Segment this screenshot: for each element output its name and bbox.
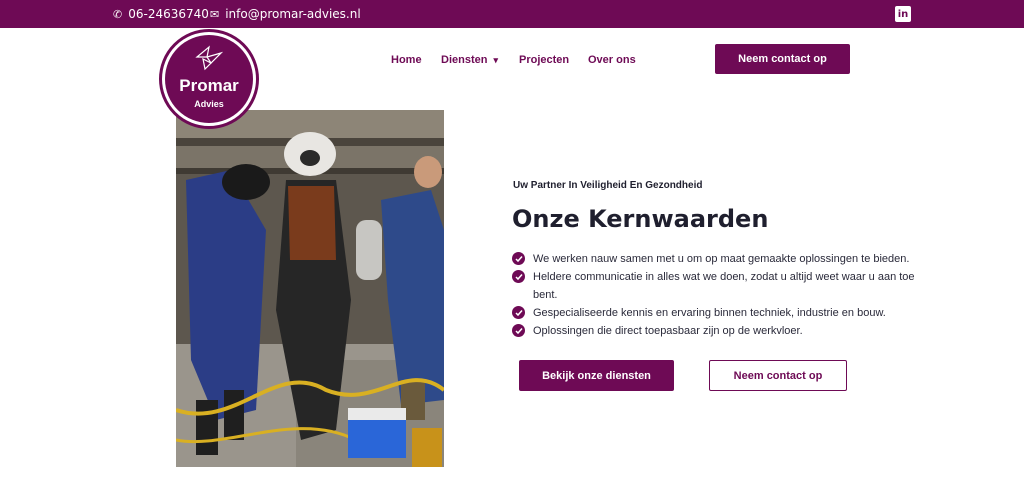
list-item-text: Oplossingen die direct toepasbaar zijn o… — [533, 325, 803, 337]
email-link[interactable]: ✉ info@promar-advies.nl — [210, 0, 361, 28]
logo-name: Promar — [179, 76, 239, 95]
nav-projecten[interactable]: Projecten — [519, 52, 569, 68]
hero-tagline: Uw Partner In Veiligheid En Gezondheid — [513, 180, 703, 191]
list-item-text: Heldere communicatie in alles wat we doe… — [533, 271, 915, 301]
origami-bird-icon — [195, 45, 223, 71]
logo[interactable]: Promar Advies — [159, 29, 259, 129]
check-circle-icon — [512, 252, 525, 265]
nav-home[interactable]: Home — [391, 52, 422, 68]
contact-button[interactable]: Neem contact op — [709, 360, 847, 391]
nav-diensten[interactable]: Diensten ▾ — [441, 52, 498, 68]
nav-diensten-label: Diensten — [441, 54, 488, 66]
core-values-list: We werken nauw samen met u om op maat ge… — [512, 250, 922, 340]
mail-icon: ✉ — [210, 7, 220, 21]
list-item: Oplossingen die direct toepasbaar zijn o… — [512, 322, 922, 340]
list-item: Gespecialiseerde kennis en ervaring binn… — [512, 304, 922, 322]
view-services-button[interactable]: Bekijk onze diensten — [519, 360, 674, 391]
check-circle-icon — [512, 270, 525, 283]
hero-photo — [176, 110, 444, 467]
linkedin-icon[interactable]: in — [895, 6, 911, 22]
header-contact-button[interactable]: Neem contact op — [715, 44, 850, 74]
email-address: info@promar-advies.nl — [225, 7, 361, 21]
logo-badge: Promar Advies — [165, 35, 253, 123]
phone-number: 06-24636740 — [128, 7, 209, 21]
phone-link[interactable]: ✆ 06-24636740 — [113, 0, 209, 28]
list-item-text: We werken nauw samen met u om op maat ge… — [533, 253, 910, 265]
nav-over-ons[interactable]: Over ons — [588, 52, 636, 68]
chevron-down-icon: ▾ — [493, 54, 498, 65]
check-circle-icon — [512, 306, 525, 319]
divers-photo-illustration — [176, 110, 444, 467]
hero-heading: Onze Kernwaarden — [512, 205, 769, 233]
top-bar: ✆ 06-24636740 ✉ info@promar-advies.nl in — [0, 0, 1024, 28]
list-item-text: Gespecialiseerde kennis en ervaring binn… — [533, 307, 886, 319]
list-item: Heldere communicatie in alles wat we doe… — [512, 268, 922, 304]
list-item: We werken nauw samen met u om op maat ge… — [512, 250, 922, 268]
logo-subtitle: Advies — [194, 99, 224, 109]
phone-icon: ✆ — [113, 7, 123, 21]
check-circle-icon — [512, 324, 525, 337]
